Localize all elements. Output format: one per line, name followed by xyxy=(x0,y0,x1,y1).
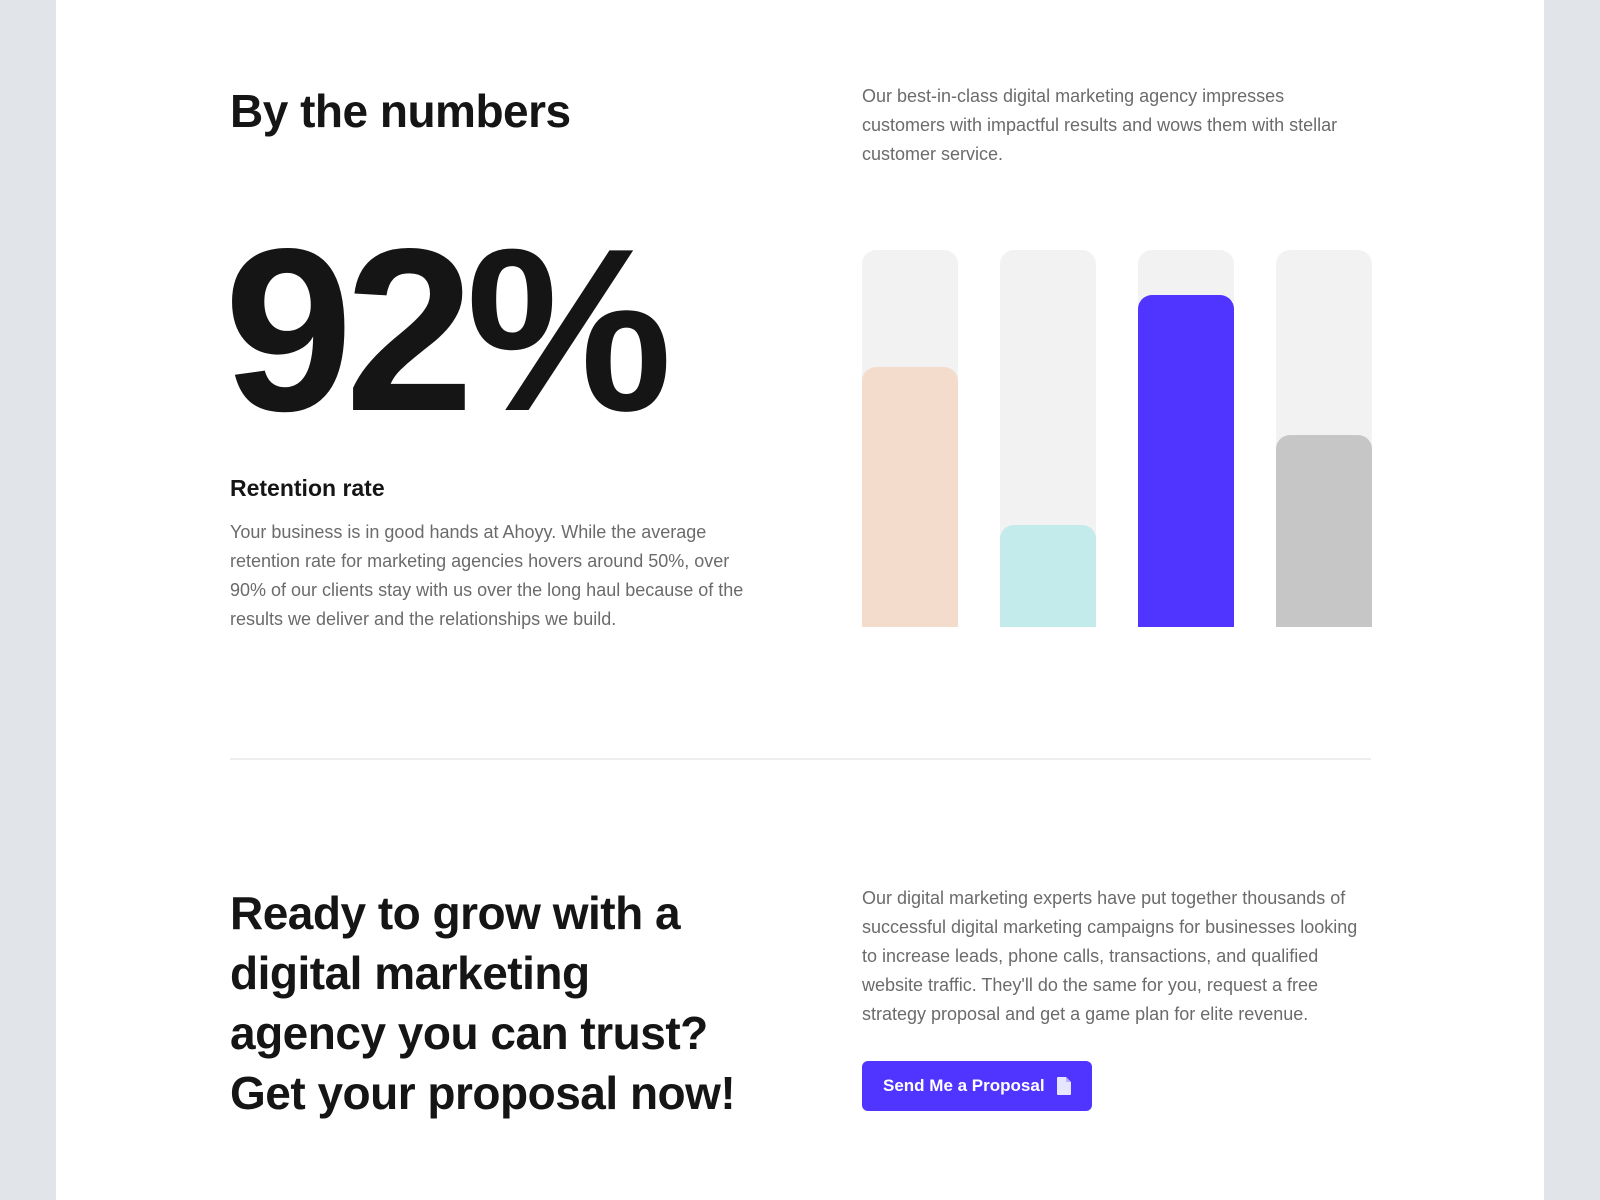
section-intro: Our best-in-class digital marketing agen… xyxy=(862,86,1338,164)
section-title: By the numbers xyxy=(230,85,571,137)
stat-description: Your business is in good hands at Ahoyy.… xyxy=(230,522,744,629)
bar-1 xyxy=(862,367,958,627)
bar-4 xyxy=(1276,435,1372,627)
bar-track-2 xyxy=(1000,250,1096,627)
stat-label: Retention rate xyxy=(230,475,385,501)
stat-value: 92% xyxy=(224,201,672,460)
send-proposal-button-label: Send Me a Proposal xyxy=(883,1076,1045,1095)
section-divider xyxy=(230,758,1371,760)
send-proposal-button[interactable]: Send Me a Proposal xyxy=(862,1061,1092,1111)
bar-chart xyxy=(862,250,1372,627)
bar-track-3 xyxy=(1138,250,1234,627)
bar-2 xyxy=(1000,525,1096,627)
bar-track-1 xyxy=(862,250,958,627)
document-icon xyxy=(1057,1077,1071,1095)
bar-track-4 xyxy=(1276,250,1372,627)
page-card: By the numbers Our best-in-class digital… xyxy=(56,0,1544,1200)
bar-3 xyxy=(1138,295,1234,627)
cta-heading: Ready to grow with a digital marketing a… xyxy=(230,887,736,1119)
cta-description: Our digital marketing experts have put t… xyxy=(862,888,1358,1024)
